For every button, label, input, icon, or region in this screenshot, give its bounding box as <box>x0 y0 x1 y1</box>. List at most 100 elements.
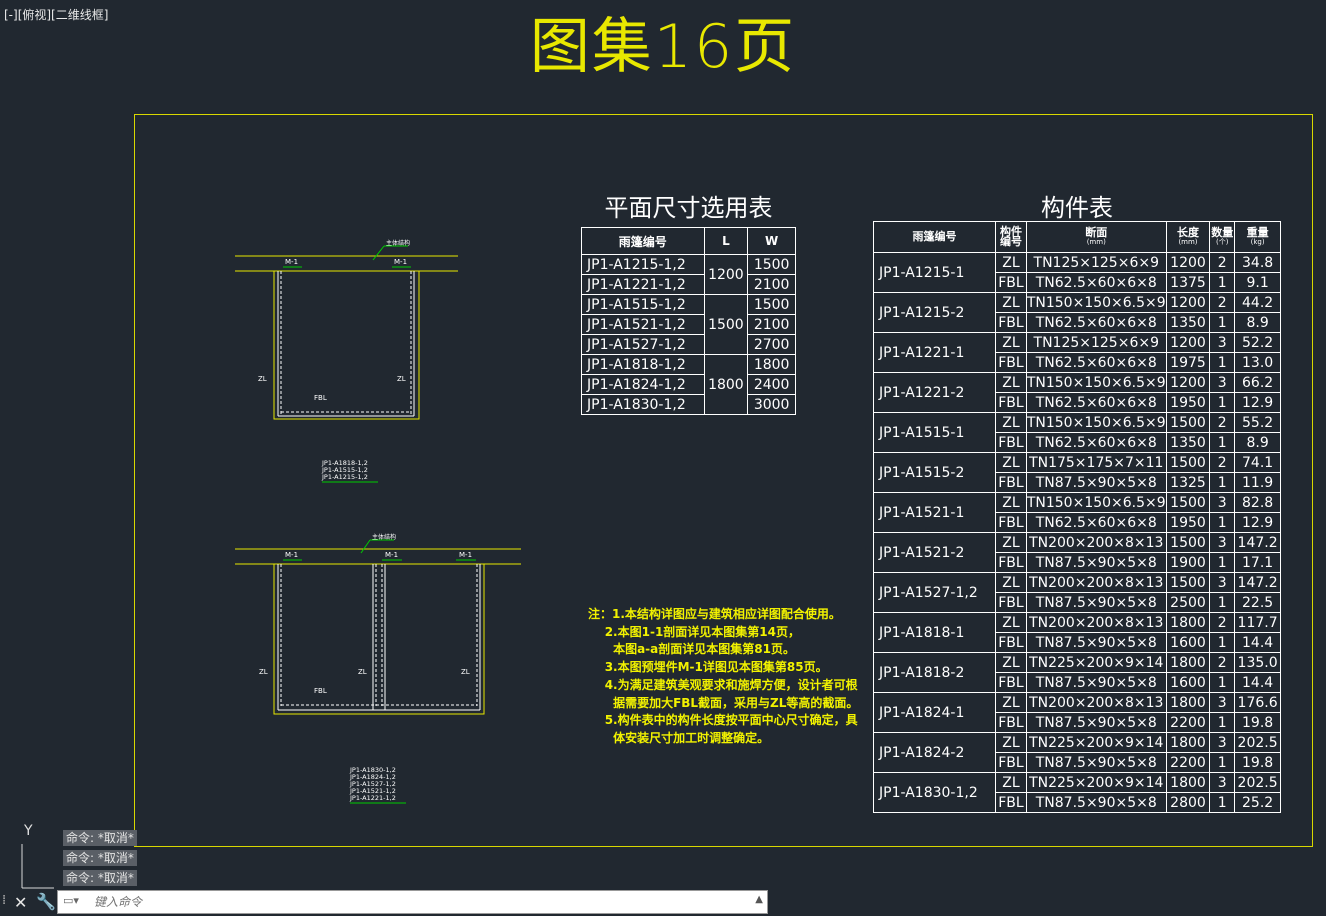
plan-code-cell: JP1-A1215-1,2 <box>581 254 705 275</box>
weight-cell: 19.8 <box>1234 712 1281 733</box>
plan-table-row: JP1-A1515-1,2 1500 1500 <box>581 294 796 355</box>
close-icon[interactable]: ✕ <box>14 893 27 912</box>
weight-cell: 74.1 <box>1234 452 1281 473</box>
length-cell: 2500 <box>1165 592 1211 613</box>
length-cell: 1800 <box>1165 692 1211 713</box>
header-length-unit: (mm) <box>1178 237 1198 246</box>
ucs-icon <box>21 844 54 889</box>
plan-code-cell: JP1-A1818-1,2 <box>581 354 705 375</box>
part-cell: FBL <box>995 552 1027 573</box>
section-cell: TN62.5×60×6×8 <box>1025 392 1167 413</box>
part-cell: FBL <box>995 272 1027 293</box>
qty-cell: 3 <box>1209 492 1236 513</box>
command-history-line: 命令: *取消* <box>63 870 137 886</box>
plan-table-row: JP1-A1818-1,2 1800 1800 <box>581 354 796 415</box>
embed-leader <box>360 539 371 554</box>
member-code-cell: JP1-A1824-1 <box>872 692 997 733</box>
length-cell: 2200 <box>1165 712 1211 733</box>
member-code-cell: JP1-A1515-2 <box>872 452 997 493</box>
header-part: 构件编号 <box>995 221 1027 253</box>
section-cell: TN225×200×9×14 <box>1025 732 1167 753</box>
part-cell: FBL <box>995 592 1027 613</box>
length-cell: 1800 <box>1165 652 1211 673</box>
qty-cell: 3 <box>1209 332 1236 353</box>
detail1-zl-right: ZL <box>397 375 406 383</box>
length-cell: 1600 <box>1165 632 1211 653</box>
length-cell: 1200 <box>1165 372 1211 393</box>
length-cell: 1500 <box>1165 492 1211 513</box>
canopy-outline <box>273 270 420 420</box>
header-weight: 重量 (kg) <box>1234 221 1281 253</box>
section-cell: TN150×150×6.5×9 <box>1025 292 1167 313</box>
header-length-label: 长度 <box>1177 225 1199 239</box>
weight-cell: 202.5 <box>1234 772 1281 793</box>
wrench-icon[interactable]: 🔧 <box>36 892 56 911</box>
plan-w-cell: 1500 <box>747 254 796 275</box>
section-cell: TN62.5×60×6×8 <box>1025 312 1167 333</box>
section-cell: TN87.5×90×5×8 <box>1025 632 1167 653</box>
header-code: 雨篷编号 <box>581 227 705 255</box>
qty-cell: 2 <box>1209 412 1236 433</box>
plan-code-cell: JP1-A1521-1,2 <box>581 314 705 335</box>
command-history-line: 命令: *取消* <box>63 850 137 866</box>
command-history-line: 命令: *取消* <box>63 830 137 846</box>
plan-code-cell: JP1-A1527-1,2 <box>581 334 705 355</box>
member-table-row: JP1-A1521-1 ZL TN150×150×6.5×9 1500 3 82.8 <box>872 492 1281 533</box>
part-cell: FBL <box>995 632 1027 653</box>
header-qty-unit: (个) <box>1216 237 1229 246</box>
member-table-row: JP1-A1818-2 ZL TN225×200×9×14 1800 2 135.0 <box>872 652 1281 693</box>
member-code-cell: JP1-A1818-1 <box>872 612 997 653</box>
section-cell: TN87.5×90×5×8 <box>1025 552 1167 573</box>
plan-l-cell: 1800 <box>703 354 749 415</box>
weight-cell: 12.9 <box>1234 392 1281 413</box>
length-cell: 1200 <box>1165 332 1211 353</box>
plan-table-row: JP1-A1521-1,2 2100 <box>581 314 796 335</box>
command-prompt-icon[interactable]: ▭▾ <box>63 894 79 907</box>
section-cell: TN150×150×6.5×9 <box>1025 492 1167 513</box>
member-code-cell: JP1-A1824-2 <box>872 732 997 773</box>
header-section: 断面 (mm) <box>1025 221 1167 253</box>
weight-cell: 135.0 <box>1234 652 1281 673</box>
weight-cell: 9.1 <box>1234 272 1281 293</box>
header-code: 雨篷编号 <box>872 221 997 253</box>
command-history-toggle-icon[interactable]: ▲ <box>755 894 763 905</box>
section-cell: TN200×200×8×13 <box>1025 692 1167 713</box>
plan-table-row: JP1-A1221-1,2 2100 <box>581 274 796 295</box>
section-cell: TN225×200×9×14 <box>1025 652 1167 673</box>
plan-table-header: 雨篷编号 L W <box>581 227 796 255</box>
detail2-m1-mid: M-1 <box>385 551 399 559</box>
detail2-fbl: FBL <box>314 687 327 695</box>
qty-cell: 1 <box>1209 592 1236 613</box>
plan-table-row: JP1-A1527-1,2 2700 <box>581 334 796 355</box>
length-cell: 1375 <box>1165 272 1211 293</box>
command-line[interactable]: ▭▾ ▲ <box>57 890 768 914</box>
weight-cell: 19.8 <box>1234 752 1281 773</box>
section-cell: TN87.5×90×5×8 <box>1025 472 1167 493</box>
embed-leader <box>372 245 385 261</box>
qty-cell: 1 <box>1209 472 1236 493</box>
part-cell: ZL <box>995 572 1027 593</box>
weight-cell: 8.9 <box>1234 432 1281 453</box>
qty-cell: 2 <box>1209 612 1236 633</box>
plan-code-cell: JP1-A1830-1,2 <box>581 394 705 415</box>
qty-cell: 1 <box>1209 352 1236 373</box>
length-cell: 1500 <box>1165 412 1211 433</box>
canopy-outline <box>273 563 485 715</box>
length-cell: 1950 <box>1165 392 1211 413</box>
grip-icon[interactable]: ⁞ <box>2 893 6 908</box>
section-cell: TN87.5×90×5×8 <box>1025 712 1167 733</box>
section-cell: TN62.5×60×6×8 <box>1025 352 1167 373</box>
length-cell: 1600 <box>1165 672 1211 693</box>
detail-2 <box>235 539 521 804</box>
member-code-cell: JP1-A1521-2 <box>872 532 997 573</box>
plan-w-cell: 2700 <box>747 334 796 355</box>
member-table-row: JP1-A1824-2 ZL TN225×200×9×14 1800 3 202.5 <box>872 732 1281 773</box>
part-cell: FBL <box>995 512 1027 533</box>
member-code-cell: JP1-A1515-1 <box>872 412 997 453</box>
part-cell: ZL <box>995 772 1027 793</box>
command-input[interactable] <box>94 894 734 910</box>
section-cell: TN200×200×8×13 <box>1025 572 1167 593</box>
ucs-y-label: Y <box>24 823 33 839</box>
weight-cell: 8.9 <box>1234 312 1281 333</box>
detail2-zl-mid: ZL <box>358 668 367 676</box>
